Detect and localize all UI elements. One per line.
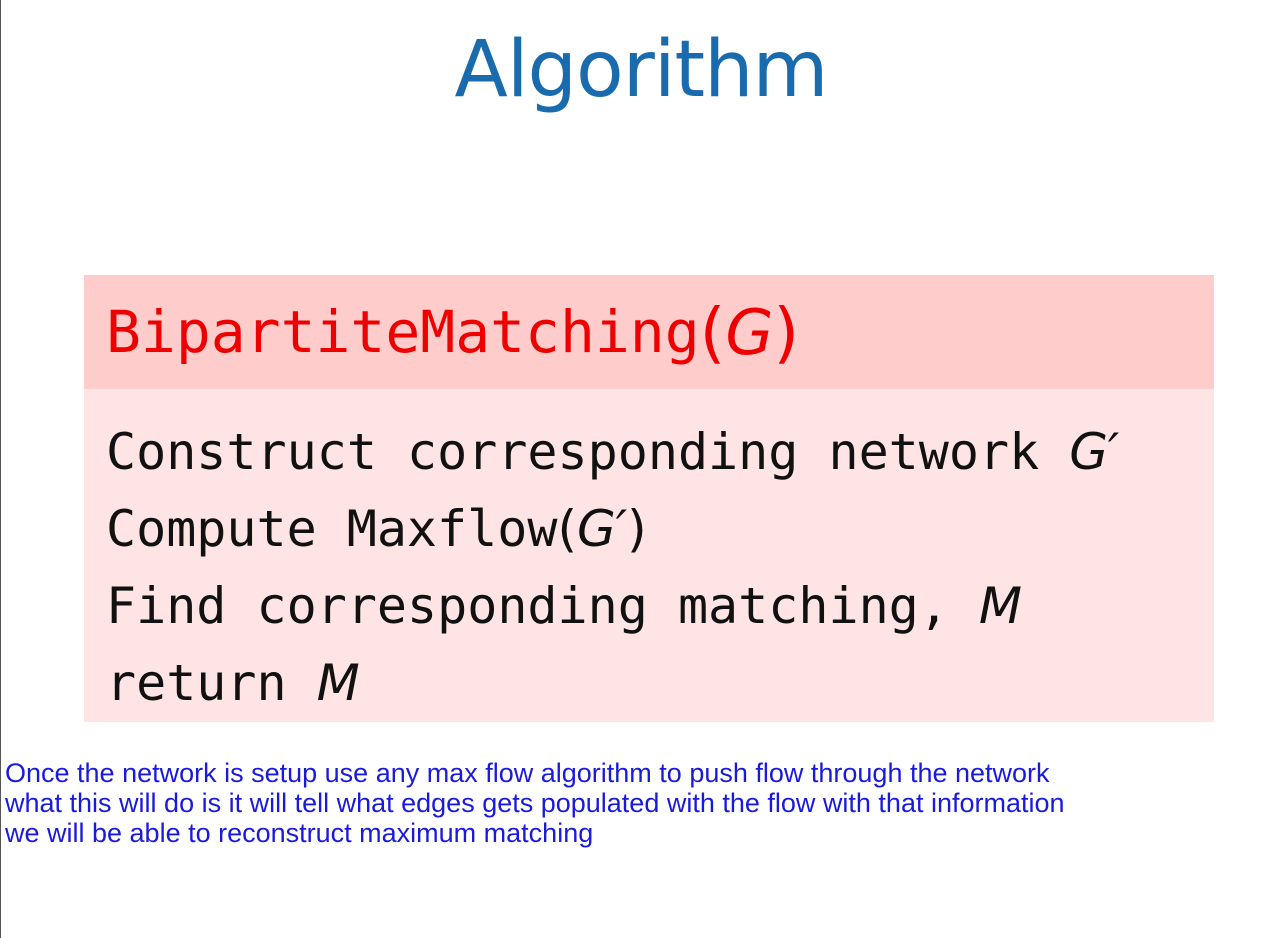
algorithm-line-construct: Construct corresponding network G′ (106, 413, 1214, 490)
algorithm-line-maxflow: Compute Maxflow(G′) (106, 490, 1214, 567)
line-math: M (316, 653, 360, 712)
line-math: G′ (576, 499, 628, 558)
algorithm-name: BipartiteMatching (106, 298, 700, 366)
slide: Algorithm BipartiteMatching(G) Construct… (0, 0, 1280, 938)
line-prefix: Compute (106, 499, 317, 558)
slide-title: Algorithm (454, 25, 828, 115)
algorithm-block: BipartiteMatching(G) Construct correspon… (84, 275, 1214, 722)
line-math: G′ (1069, 422, 1120, 481)
line-function: Maxflow (346, 499, 558, 558)
speaker-notes: Once the network is setup use any max fl… (5, 758, 1275, 848)
algorithm-argument: G (725, 295, 774, 369)
line-text: return (106, 653, 287, 712)
notes-line: we will be able to reconstruct maximum m… (5, 818, 594, 848)
line-close-paren: ) (627, 499, 647, 558)
line-open-paren: ( (557, 499, 577, 558)
algorithm-line-return: return M (106, 644, 1214, 721)
line-text: Construct corresponding network (106, 422, 1040, 481)
notes-line: Once the network is setup use any max fl… (5, 758, 1050, 788)
algorithm-open-paren: ( (699, 293, 726, 371)
algorithm-line-find-matching: Find corresponding matching, M (106, 567, 1214, 644)
line-math: M (978, 576, 1023, 635)
algorithm-body: Construct corresponding network G′ Compu… (84, 389, 1214, 722)
algorithm-header: BipartiteMatching(G) (84, 275, 1214, 389)
notes-line: what this will do is it will tell what e… (5, 788, 1065, 818)
line-text: Find corresponding matching, (106, 576, 949, 635)
algorithm-close-paren: ) (773, 293, 800, 371)
